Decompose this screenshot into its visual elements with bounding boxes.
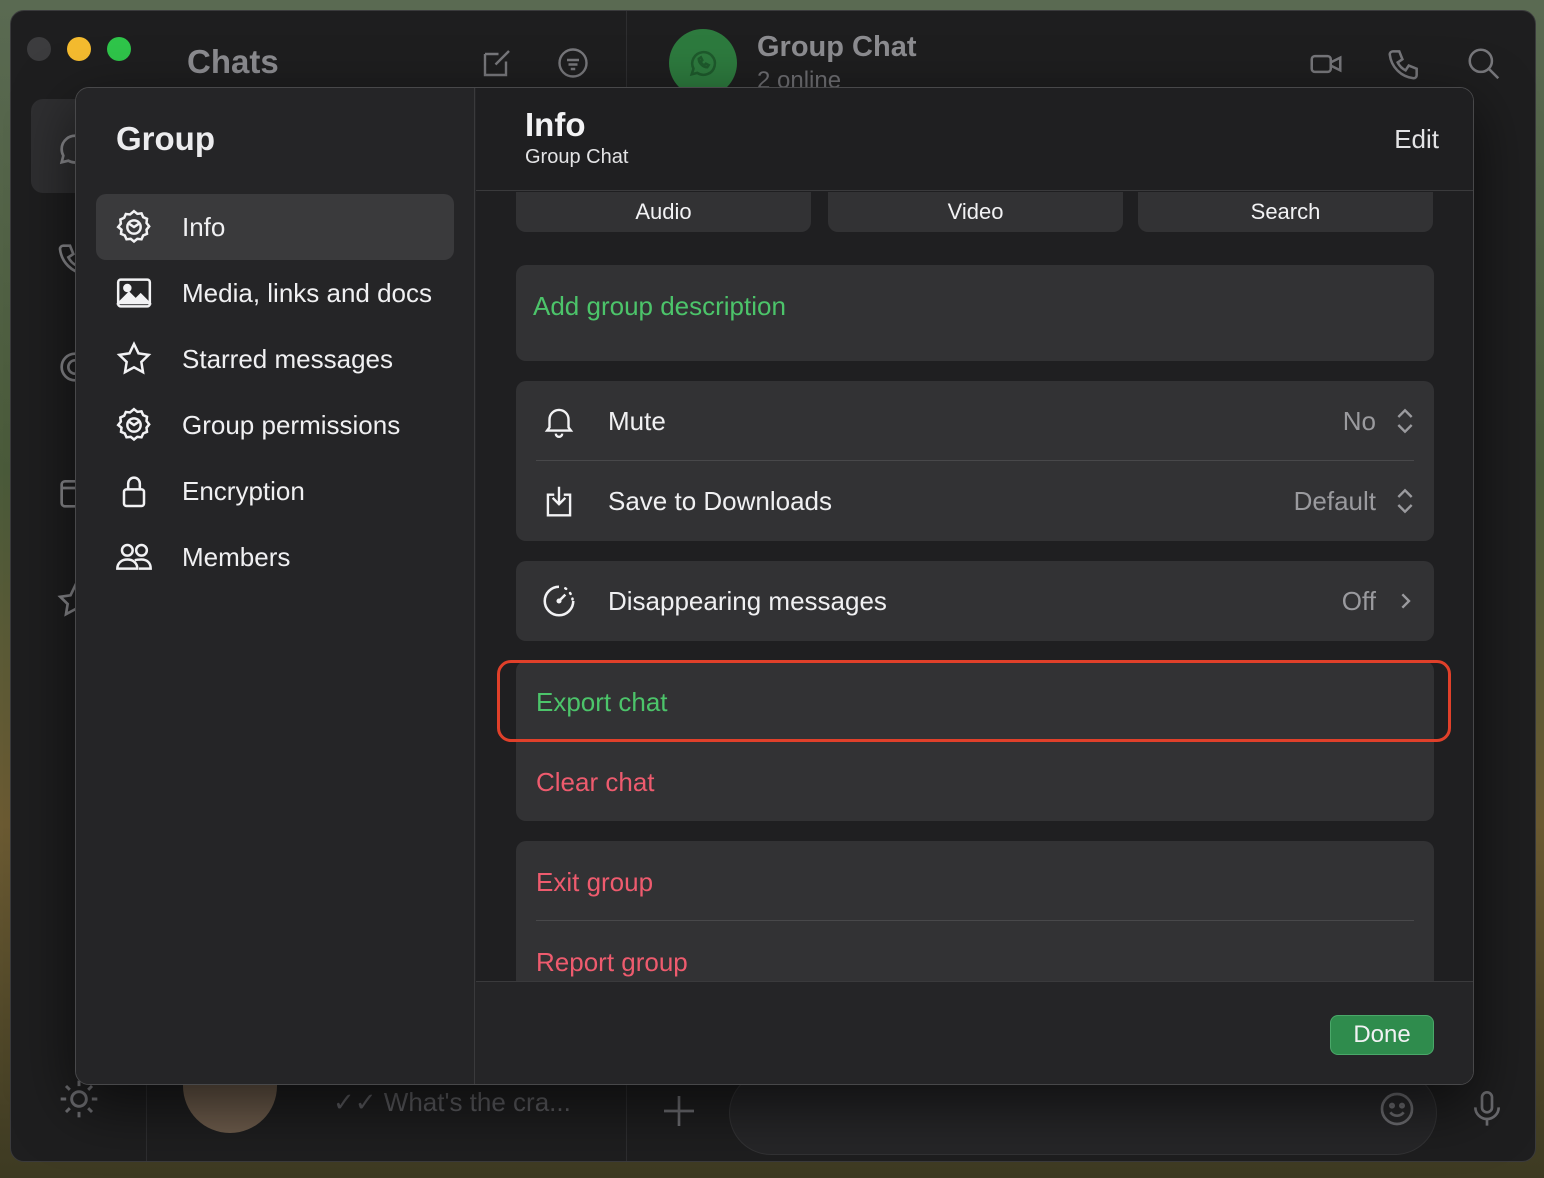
search-icon[interactable] bbox=[1465, 45, 1503, 83]
sidebar-item-label: Info bbox=[182, 211, 226, 242]
bell-icon bbox=[544, 408, 574, 438]
disappearing-messages-row[interactable]: Disappearing messages Off bbox=[516, 561, 1434, 641]
clear-chat-button[interactable]: Clear chat bbox=[536, 767, 655, 798]
filter-icon[interactable] bbox=[555, 45, 591, 81]
emoji-icon[interactable] bbox=[1377, 1089, 1417, 1129]
window-maximize-button[interactable] bbox=[107, 37, 131, 61]
notification-settings-card: Mute No Save to Downloads Default bbox=[516, 381, 1434, 541]
done-button[interactable]: Done bbox=[1330, 1015, 1434, 1055]
divider bbox=[536, 920, 1414, 921]
stepper-chevrons-icon[interactable] bbox=[1392, 485, 1418, 517]
save-to-downloads-row[interactable]: Save to Downloads Default bbox=[516, 461, 1434, 541]
search-button[interactable]: Search bbox=[1138, 192, 1433, 232]
edit-button[interactable]: Edit bbox=[1394, 124, 1439, 155]
save-to-downloads-label: Save to Downloads bbox=[608, 485, 833, 516]
sidebar-item-label: Media, links and docs bbox=[182, 277, 433, 308]
disappearing-messages-label: Disappearing messages bbox=[608, 585, 887, 616]
sheet-footer: Done bbox=[476, 981, 1473, 1084]
disappearing-messages-card[interactable]: Disappearing messages Off bbox=[516, 561, 1434, 641]
sidebar-item-starred[interactable]: Starred messages bbox=[96, 326, 454, 392]
page-title: Info bbox=[525, 106, 586, 143]
add-description-link[interactable]: Add group description bbox=[533, 291, 786, 322]
sidebar-item-members[interactable]: Members bbox=[96, 524, 454, 590]
sidebar-item-media[interactable]: Media, links and docs bbox=[96, 260, 454, 326]
info-header: Info Group Chat Edit bbox=[476, 88, 1473, 191]
download-icon bbox=[546, 486, 572, 517]
window-close-button[interactable] bbox=[27, 37, 51, 61]
group-description-card[interactable]: Add group description bbox=[516, 265, 1434, 361]
sidebar-item-permissions[interactable]: Group permissions bbox=[96, 392, 454, 458]
disappearing-messages-value: Off bbox=[1341, 585, 1376, 616]
gear-icon bbox=[116, 209, 151, 244]
conversation-title: Group Chat bbox=[757, 31, 917, 63]
report-group-button[interactable]: Report group bbox=[536, 947, 688, 978]
sidebar-item-encryption[interactable]: Encryption bbox=[96, 458, 454, 524]
group-sidebar: Group Info Media, links and docs Starred… bbox=[76, 88, 475, 1084]
timer-icon bbox=[543, 585, 575, 617]
sidebar-item-info[interactable]: Info bbox=[96, 194, 454, 260]
exit-group-button[interactable]: Exit group bbox=[536, 867, 653, 898]
info-panel: Audio Video Search Add group description… bbox=[476, 88, 1473, 1084]
mute-value: No bbox=[1342, 405, 1376, 436]
audio-call-button[interactable]: Audio bbox=[516, 192, 811, 232]
stepper-chevrons-icon[interactable] bbox=[1392, 405, 1418, 437]
mute-row[interactable]: Mute No bbox=[516, 381, 1434, 461]
lock-icon bbox=[122, 476, 146, 508]
chevron-right-icon bbox=[1401, 593, 1411, 609]
group-info-sheet: Group Info Media, links and docs Starred… bbox=[75, 87, 1474, 1085]
sidebar-item-label: Encryption bbox=[182, 475, 305, 506]
image-icon bbox=[115, 278, 153, 308]
microphone-icon[interactable] bbox=[1467, 1087, 1507, 1131]
plus-icon[interactable] bbox=[659, 1091, 699, 1131]
export-chat-highlight bbox=[497, 660, 1451, 742]
page-subtitle: Group Chat bbox=[525, 146, 629, 168]
save-to-downloads-value: Default bbox=[1293, 485, 1376, 516]
video-call-icon[interactable] bbox=[1307, 45, 1345, 83]
last-message-preview: ✓✓ What's the cra... bbox=[333, 1087, 571, 1117]
people-icon bbox=[116, 543, 152, 570]
star-icon bbox=[116, 341, 152, 375]
window-minimize-button[interactable] bbox=[67, 37, 91, 61]
compose-icon[interactable] bbox=[479, 45, 515, 81]
phone-call-icon[interactable] bbox=[1385, 45, 1423, 83]
gear-icon bbox=[116, 407, 151, 442]
sidebar-item-label: Members bbox=[182, 541, 291, 572]
video-call-button[interactable]: Video bbox=[828, 192, 1123, 232]
chats-title: Chats bbox=[187, 43, 279, 80]
sidebar-item-label: Starred messages bbox=[182, 343, 393, 374]
sidebar-item-label: Group permissions bbox=[182, 409, 401, 440]
sidebar-title: Group bbox=[116, 120, 215, 157]
whatsapp-logo-icon bbox=[689, 50, 717, 77]
mute-label: Mute bbox=[608, 405, 666, 436]
group-actions-card: Exit group Report group bbox=[516, 841, 1434, 1001]
